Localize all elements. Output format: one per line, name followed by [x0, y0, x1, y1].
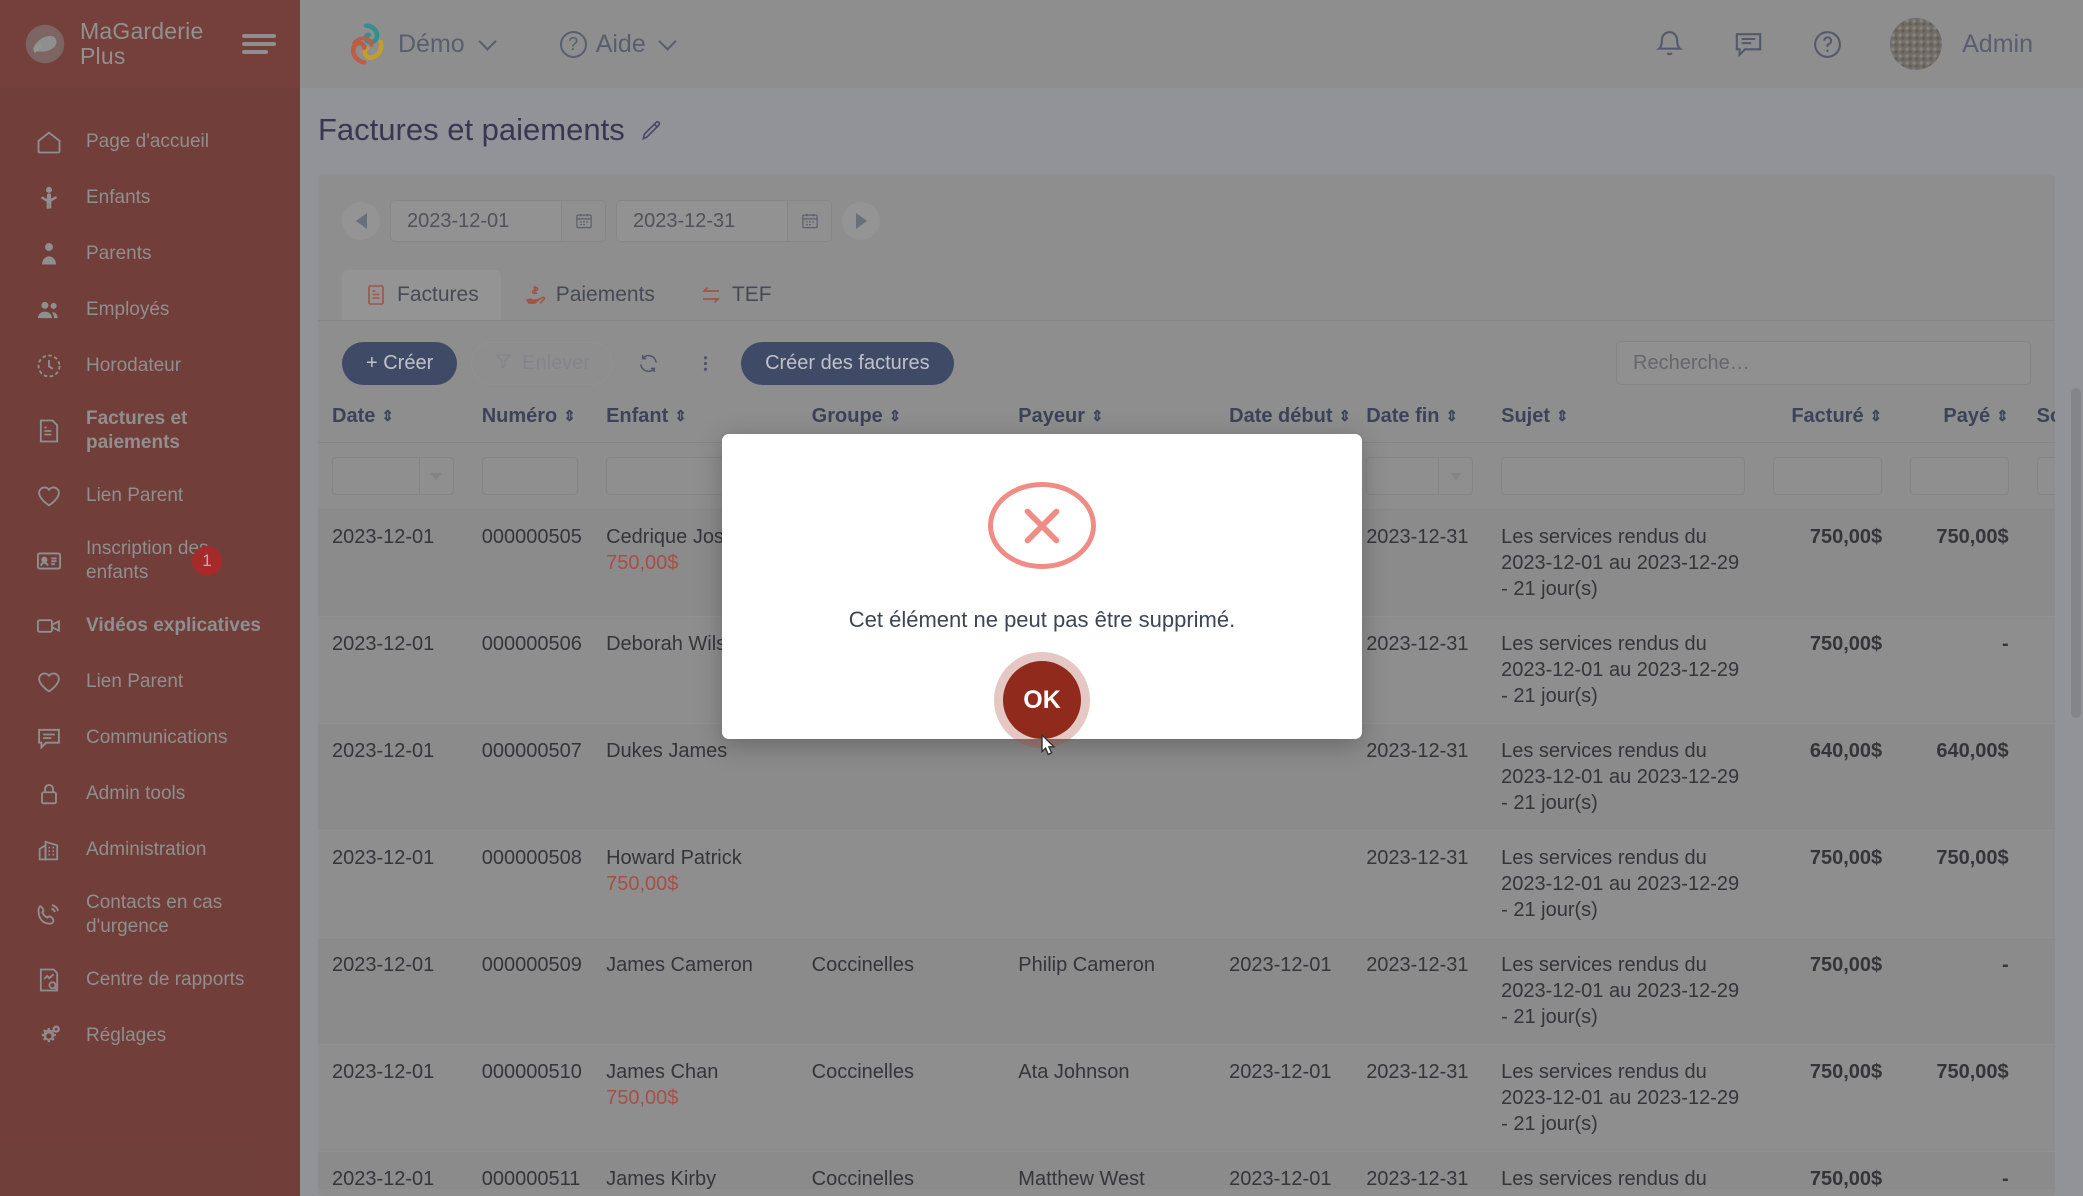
error-x-icon — [988, 482, 1096, 569]
error-modal: Cet élément ne peut pas être supprimé. O… — [722, 434, 1362, 748]
ok-button[interactable]: OK — [1003, 661, 1081, 739]
ok-button-wrap: OK — [994, 652, 1090, 748]
mouse-cursor — [1035, 733, 1061, 765]
application-window: MaGarderie Plus Page d'accueil Enfants P… — [0, 0, 2083, 1196]
modal-message: Cet élément ne peut pas être supprimé. — [848, 607, 1236, 632]
